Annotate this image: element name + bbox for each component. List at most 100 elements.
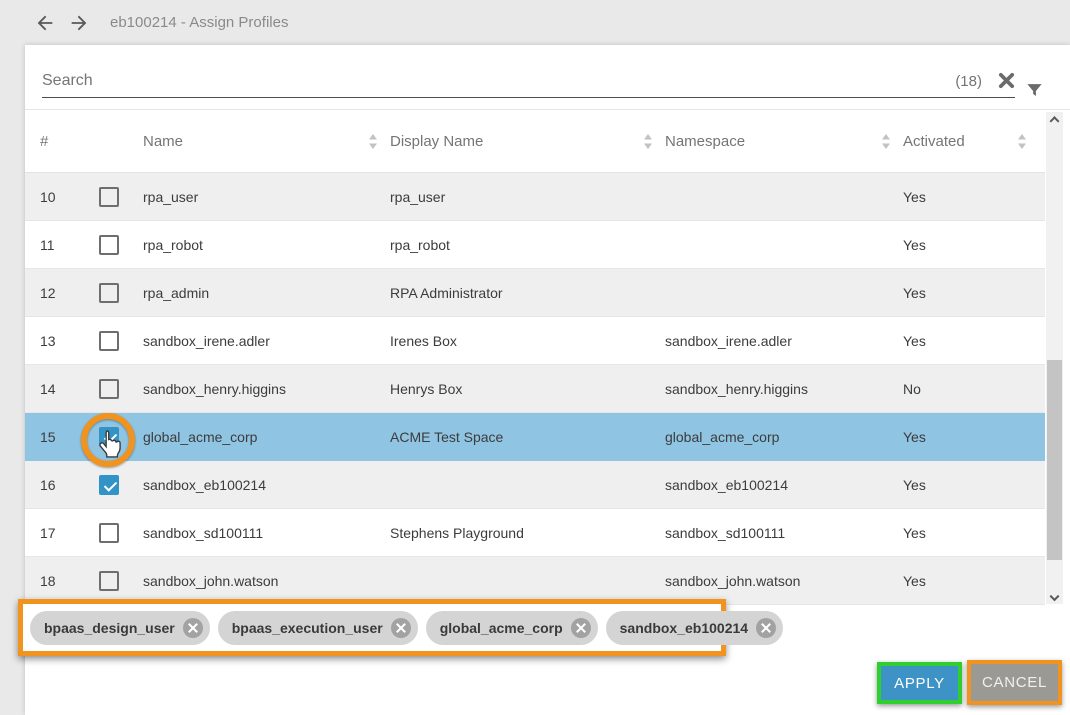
row-checkbox[interactable] bbox=[99, 331, 119, 351]
chip-remove-icon[interactable] bbox=[183, 618, 203, 638]
back-arrow-icon[interactable] bbox=[34, 11, 58, 35]
filter-icon[interactable] bbox=[1025, 81, 1044, 100]
scrollbar-thumb[interactable] bbox=[1047, 360, 1062, 560]
profile-name: sandbox_john.watson bbox=[143, 573, 390, 589]
row-number: 10 bbox=[40, 189, 99, 205]
search-field: (18) bbox=[42, 45, 1015, 98]
clear-search-icon[interactable] bbox=[998, 72, 1015, 89]
column-label: Namespace bbox=[665, 133, 745, 150]
profile-chip: bpaas_execution_user bbox=[218, 611, 418, 645]
apply-button[interactable]: APPLY bbox=[881, 666, 958, 700]
profile-activated: Yes bbox=[903, 477, 1039, 493]
row-number: 13 bbox=[40, 333, 99, 349]
profile-namespace: sandbox_sd100111 bbox=[665, 525, 903, 541]
column-label: Display Name bbox=[390, 133, 483, 150]
profile-display-name: Irenes Box bbox=[390, 333, 665, 349]
profile-name: sandbox_sd100111 bbox=[143, 525, 390, 541]
hand-cursor-icon bbox=[95, 429, 123, 466]
profile-display-name: ACME Test Space bbox=[390, 429, 665, 445]
row-checkbox[interactable] bbox=[99, 187, 119, 207]
row-checkbox[interactable] bbox=[99, 523, 119, 543]
apply-annotation-border: APPLY bbox=[877, 662, 962, 704]
column-header-display-name[interactable]: Display Name bbox=[390, 133, 665, 150]
chip-label: sandbox_eb100214 bbox=[620, 620, 748, 636]
cancel-annotation-border: CANCEL bbox=[967, 660, 1062, 705]
table-row[interactable]: 13 sandbox_irene.adler Irenes Box sandbo… bbox=[25, 317, 1045, 365]
profile-name: sandbox_henry.higgins bbox=[143, 381, 390, 397]
column-header-num: # bbox=[40, 133, 99, 150]
sort-icon[interactable] bbox=[643, 134, 653, 149]
chip-remove-icon[interactable] bbox=[756, 618, 776, 638]
profile-chip: global_acme_corp bbox=[426, 611, 598, 645]
profile-name: sandbox_eb100214 bbox=[143, 477, 390, 493]
profile-activated: Yes bbox=[903, 429, 1039, 445]
row-checkbox[interactable] bbox=[99, 571, 119, 591]
profile-activated: Yes bbox=[903, 237, 1039, 253]
scroll-down-button[interactable] bbox=[1046, 585, 1063, 602]
row-number: 12 bbox=[40, 285, 99, 301]
row-number: 11 bbox=[40, 237, 99, 253]
profile-name: global_acme_corp bbox=[143, 429, 390, 445]
profile-display-name: rpa_robot bbox=[390, 237, 665, 253]
profile-activated: Yes bbox=[903, 189, 1039, 205]
profile-namespace: global_acme_corp bbox=[665, 429, 903, 445]
selected-profiles-box: bpaas_design_user bpaas_execution_user g… bbox=[18, 599, 726, 656]
chip-label: bpaas_design_user bbox=[44, 620, 175, 636]
table-row[interactable]: 17 sandbox_sd100111 Stephens Playground … bbox=[25, 509, 1045, 557]
forward-arrow-icon[interactable] bbox=[68, 11, 92, 35]
table-row[interactable]: 16 sandbox_eb100214 sandbox_eb100214 Yes bbox=[25, 461, 1045, 509]
table-row[interactable]: 14 sandbox_henry.higgins Henrys Box sand… bbox=[25, 365, 1045, 413]
table-row[interactable]: 10 rpa_user rpa_user Yes bbox=[25, 173, 1045, 221]
search-input[interactable] bbox=[42, 72, 955, 90]
result-count: (18) bbox=[955, 73, 982, 90]
profile-chip: sandbox_eb100214 bbox=[606, 611, 783, 645]
chevron-up-icon bbox=[1050, 116, 1060, 126]
table-row[interactable]: 15 global_acme_corp ACME Test Space glob… bbox=[25, 413, 1045, 461]
profile-activated: Yes bbox=[903, 525, 1039, 541]
table-scrollbar[interactable] bbox=[1046, 112, 1063, 604]
column-header-namespace[interactable]: Namespace bbox=[665, 133, 903, 150]
row-number: 17 bbox=[40, 525, 99, 541]
row-checkbox[interactable] bbox=[99, 235, 119, 255]
row-number: 16 bbox=[40, 477, 99, 493]
cancel-button[interactable]: CANCEL bbox=[971, 664, 1058, 701]
column-header-name[interactable]: Name bbox=[143, 133, 390, 150]
profile-name: sandbox_irene.adler bbox=[143, 333, 390, 349]
row-checkbox[interactable] bbox=[99, 379, 119, 399]
table-row[interactable]: 12 rpa_admin RPA Administrator Yes bbox=[25, 269, 1045, 317]
scroll-up-button[interactable] bbox=[1046, 114, 1063, 131]
table-header-row: # Name Display Name Namespace bbox=[25, 110, 1045, 173]
column-label: Activated bbox=[903, 133, 965, 150]
row-number: 14 bbox=[40, 381, 99, 397]
profile-display-name: RPA Administrator bbox=[390, 285, 665, 301]
column-header-activated[interactable]: Activated bbox=[903, 133, 1039, 150]
page-title: eb100214 - Assign Profiles bbox=[110, 14, 288, 31]
profiles-table: # Name Display Name Namespace bbox=[25, 110, 1045, 605]
profile-namespace: sandbox_eb100214 bbox=[665, 477, 903, 493]
profile-chip: bpaas_design_user bbox=[30, 611, 210, 645]
table-row[interactable]: 18 sandbox_john.watson sandbox_john.wats… bbox=[25, 557, 1045, 605]
sort-icon[interactable] bbox=[881, 134, 891, 149]
row-number: 18 bbox=[40, 573, 99, 589]
table-row[interactable]: 11 rpa_robot rpa_robot Yes bbox=[25, 221, 1045, 269]
profile-activated: Yes bbox=[903, 573, 1039, 589]
profile-name: rpa_admin bbox=[143, 285, 390, 301]
row-checkbox[interactable] bbox=[99, 475, 119, 495]
chip-remove-icon[interactable] bbox=[391, 618, 411, 638]
chevron-down-icon bbox=[1050, 591, 1060, 601]
column-label: Name bbox=[143, 133, 183, 150]
sort-icon[interactable] bbox=[368, 134, 378, 149]
profile-namespace: sandbox_irene.adler bbox=[665, 333, 903, 349]
sort-icon[interactable] bbox=[1017, 134, 1027, 149]
chip-label: global_acme_corp bbox=[440, 620, 563, 636]
row-checkbox[interactable] bbox=[99, 283, 119, 303]
table-body: 10 rpa_user rpa_user Yes 11 rpa_robot rp… bbox=[25, 173, 1045, 605]
profile-namespace: sandbox_henry.higgins bbox=[665, 381, 903, 397]
chip-remove-icon[interactable] bbox=[571, 618, 591, 638]
profile-activated: Yes bbox=[903, 333, 1039, 349]
profile-name: rpa_user bbox=[143, 189, 390, 205]
profile-namespace: sandbox_john.watson bbox=[665, 573, 903, 589]
profile-display-name: rpa_user bbox=[390, 189, 665, 205]
profile-display-name: Henrys Box bbox=[390, 381, 665, 397]
chip-label: bpaas_execution_user bbox=[232, 620, 383, 636]
